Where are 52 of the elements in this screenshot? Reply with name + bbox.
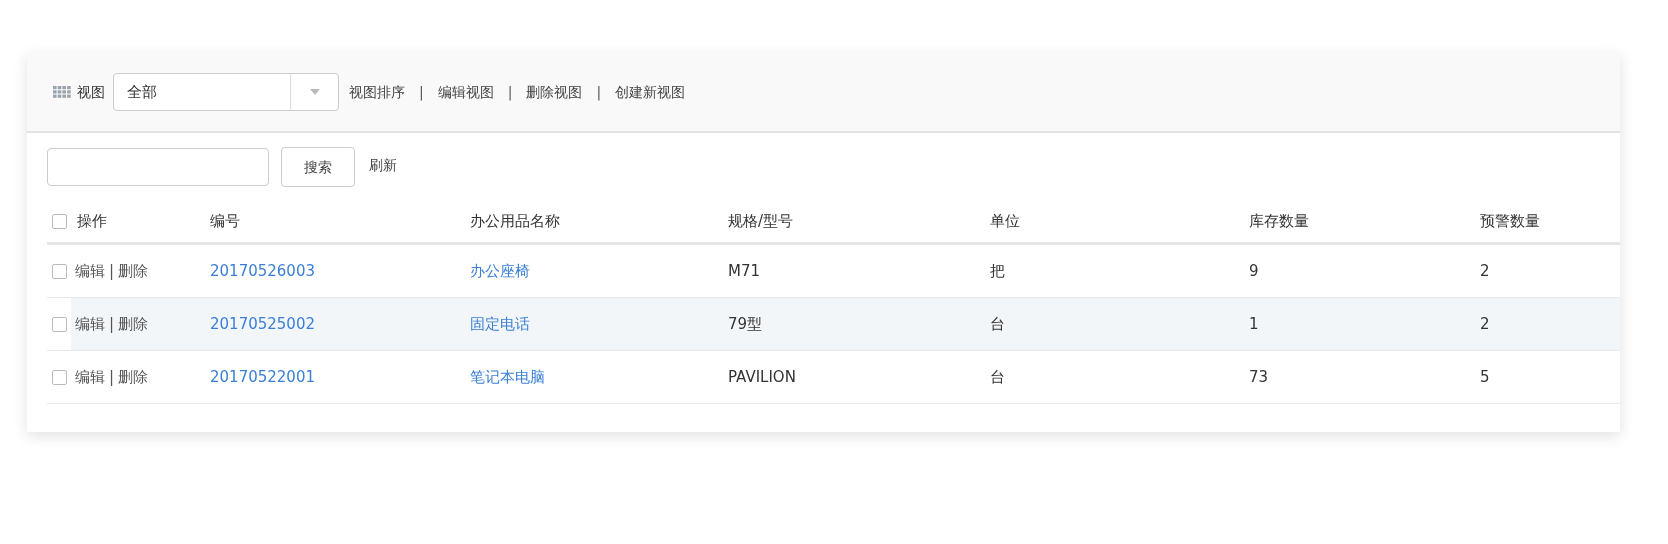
caret-icon [309, 89, 320, 95]
refresh-link[interactable]: 刷新 [369, 154, 397, 176]
checkbox[interactable] [52, 214, 67, 229]
checkbox[interactable] [52, 369, 67, 385]
table-cell-text: 79型 [727, 313, 764, 335]
view-link[interactable]: 视图排序 [349, 81, 405, 103]
view-link[interactable]: 创建新视图 [615, 81, 686, 103]
checkbox[interactable] [52, 316, 67, 332]
table-cell-text: 5 [1479, 366, 1491, 388]
table-cell-text: 台 [989, 313, 1006, 335]
search-field[interactable] [47, 148, 269, 186]
view-label: 视图 [77, 82, 105, 102]
column-header: 操作 [77, 211, 107, 233]
separator: | [109, 366, 115, 388]
table-cell-text: 1 [1248, 313, 1260, 335]
edit-link[interactable]: 编辑 [75, 259, 105, 283]
separator: | [109, 260, 115, 282]
table-cell-text: PAVILION [727, 366, 797, 388]
checkbox[interactable] [52, 263, 67, 279]
table-cell-text: 9 [1248, 260, 1260, 282]
column-header: 编号 [210, 211, 240, 233]
table-cell-text: 台 [989, 366, 1006, 388]
view-link[interactable]: 编辑视图 [437, 81, 494, 103]
name-link[interactable]: 固定电话 [465, 312, 723, 336]
name-link[interactable]: 办公座椅 [465, 259, 723, 283]
separator: | [419, 82, 424, 103]
edit-link[interactable]: 编辑 [75, 312, 105, 336]
delete-link[interactable]: 删除 [118, 259, 149, 283]
column-header: 办公用品名称 [470, 211, 560, 233]
column-header: 库存数量 [1249, 211, 1309, 233]
view-select[interactable]: 全部 [113, 73, 339, 111]
search-button[interactable]: 搜索 [281, 147, 355, 187]
table-cell-text: M71 [727, 260, 762, 282]
delete-link[interactable]: 删除 [118, 312, 149, 336]
column-header: 预警数量 [1480, 211, 1540, 233]
view-link[interactable]: 删除视图 [526, 81, 583, 103]
delete-link[interactable]: 删除 [118, 365, 149, 389]
column-header: 规格/型号 [728, 211, 794, 233]
table-cell-text: 2 [1479, 313, 1491, 335]
code-link[interactable]: 20170525002 [205, 312, 465, 336]
code-link[interactable]: 20170522001 [205, 365, 465, 389]
separator: | [109, 313, 115, 335]
table-cell-text: 把 [989, 260, 1006, 282]
grid-icon [53, 86, 71, 98]
code-link[interactable]: 20170526003 [205, 259, 465, 283]
column-header: 单位 [990, 211, 1020, 233]
separator: | [507, 82, 513, 103]
separator: | [596, 82, 602, 103]
name-link[interactable]: 笔记本电脑 [465, 365, 723, 389]
table-cell-text: 73 [1248, 366, 1270, 388]
edit-link[interactable]: 编辑 [75, 365, 105, 389]
table-cell-text: 2 [1479, 260, 1491, 282]
